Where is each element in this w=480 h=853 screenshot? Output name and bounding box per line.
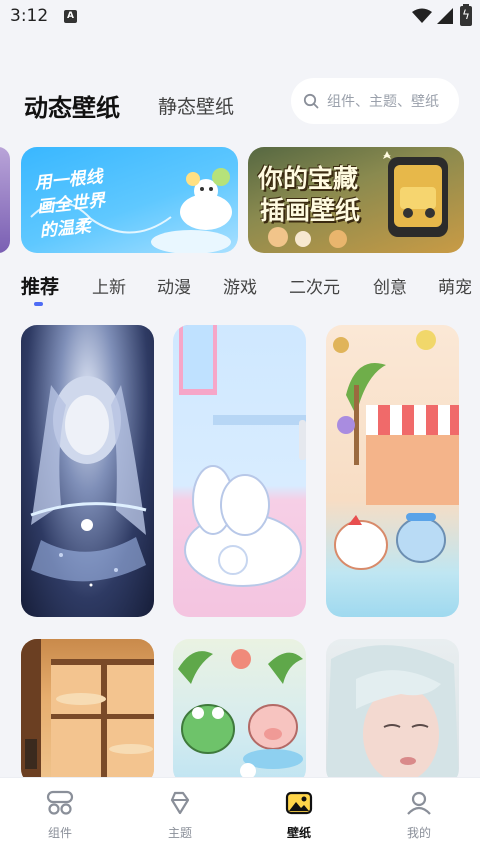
nav-themes[interactable]: 主题 <box>140 790 220 841</box>
category-creative[interactable]: 创意 <box>373 273 407 298</box>
category-new[interactable]: 上新 <box>92 273 126 298</box>
wallpaper-thumbnail <box>326 645 459 785</box>
wallpaper-card[interactable] <box>326 639 459 785</box>
wallpaper-thumbnail <box>178 649 303 779</box>
nav-wallpapers-label: 壁纸 <box>286 826 311 840</box>
tab-static-wallpaper[interactable]: 静态壁纸 <box>158 92 234 119</box>
widget-icon <box>46 790 74 815</box>
header: 动态壁纸 静态壁纸 组件、主题、壁纸 <box>0 76 480 126</box>
wallpaper-icon <box>285 791 313 815</box>
theme-icon <box>170 791 190 815</box>
wallpaper-thumbnail <box>21 639 154 785</box>
wallpaper-card[interactable] <box>21 325 154 617</box>
banner-2-title: 你的宝藏 插画壁纸 <box>258 164 361 225</box>
wallpaper-thumbnail <box>30 376 147 587</box>
wallpaper-grid <box>0 325 480 785</box>
banner-treasure-illustration[interactable]: 你的宝藏 插画壁纸 <box>248 147 464 253</box>
search-icon <box>303 93 319 109</box>
category-game[interactable]: 游戏 <box>223 273 257 298</box>
nav-themes-label: 主题 <box>167 826 192 840</box>
category-pets[interactable]: 萌宠 <box>438 273 472 298</box>
banner-1-title: 用一根线 画全世界 的温柔 <box>33 166 107 242</box>
wallpaper-card[interactable] <box>173 325 306 617</box>
search-placeholder: 组件、主题、壁纸 <box>327 94 439 110</box>
wallpaper-card[interactable] <box>21 639 154 785</box>
profile-icon <box>407 791 431 815</box>
banner-line-art[interactable]: 用一根线 画全世界 的温柔 <box>21 147 238 253</box>
active-tab-indicator <box>34 302 43 306</box>
category-tabs: 推荐 上新 动漫 游戏 二次元 创意 萌宠 <box>0 268 480 308</box>
battery-icon: ϟ <box>460 4 472 26</box>
search-bar[interactable]: 组件、主题、壁纸 <box>291 78 459 124</box>
wallpaper-card[interactable] <box>326 325 459 617</box>
wifi-icon <box>412 8 432 23</box>
category-anime[interactable]: 动漫 <box>157 273 191 298</box>
banner-carousel: 用一根线 画全世界 的温柔 你的宝藏 插画壁纸 <box>0 147 480 255</box>
nav-widgets[interactable]: 组件 <box>20 790 100 841</box>
nav-widgets-label: 组件 <box>47 826 72 840</box>
nav-profile-label: 我的 <box>406 826 431 840</box>
category-acg[interactable]: 二次元 <box>289 273 340 298</box>
wallpaper-thumbnail <box>333 330 459 570</box>
banner-previous[interactable] <box>0 147 10 253</box>
wallpaper-thumbnail <box>179 325 306 587</box>
nav-profile[interactable]: 我的 <box>379 790 459 841</box>
bottom-navigation: 组件 主题 壁纸 我的 <box>0 777 480 853</box>
tab-dynamic-wallpaper[interactable]: 动态壁纸 <box>24 88 120 123</box>
notification-icon: A <box>64 10 77 23</box>
status-time: 3:12 <box>10 6 49 26</box>
nav-wallpapers[interactable]: 壁纸 <box>259 790 339 841</box>
signal-icon <box>437 8 453 24</box>
category-recommend[interactable]: 推荐 <box>21 272 59 299</box>
status-bar: 3:12 A ϟ <box>0 0 480 34</box>
wallpaper-card[interactable] <box>173 639 306 785</box>
